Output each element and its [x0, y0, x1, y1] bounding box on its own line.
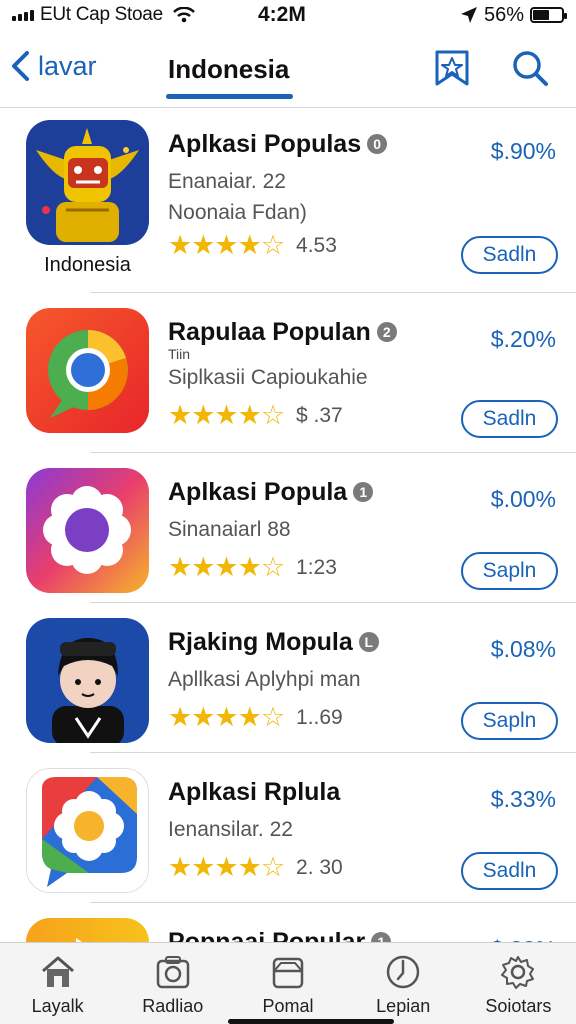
bookmark-star-icon[interactable]	[432, 48, 472, 88]
app-name-text: Aplkasi Populas	[168, 130, 362, 158]
app-subtitle: Apllkasi Aplyhpi man	[168, 668, 361, 691]
row-divider	[90, 902, 576, 903]
chrome-icon[interactable]	[26, 308, 149, 433]
rating-value: $ .37	[296, 403, 343, 427]
app-name-text: Rapulaa Populan	[168, 318, 371, 346]
get-button[interactable]: Sadln	[461, 400, 558, 438]
star-rating-icon: ★★★★☆	[168, 702, 285, 732]
get-button[interactable]: Sadln	[461, 236, 558, 274]
chat-flower-icon[interactable]	[26, 768, 149, 893]
rank-badge: 1	[353, 482, 374, 502]
app-price: $.33%	[490, 786, 556, 812]
folder-icon	[272, 957, 304, 989]
tab-label: Pomal	[262, 996, 314, 1016]
app-note: Tiin	[168, 346, 191, 362]
tab-bar: Layalk Radliao Pomal Lepian Soiotars	[0, 942, 576, 1024]
rank-badge: 0	[367, 134, 388, 154]
back-button[interactable]: lavar	[10, 50, 97, 82]
rating: ★★★★☆ 1:23	[168, 552, 337, 583]
get-button[interactable]: Sapln	[461, 702, 558, 740]
flower-icon[interactable]	[26, 468, 149, 593]
carrier-name: EUt Cap Stoae	[40, 4, 163, 25]
app-subtitle-secondary: Noonaia Fdan)	[168, 201, 307, 224]
battery-percent: 56%	[483, 3, 524, 26]
rating-value: 1..69	[296, 705, 343, 729]
status-bar: EUt Cap Stoae 4:2M 56%	[0, 0, 576, 30]
tab-layalk[interactable]: Layalk	[0, 943, 115, 1024]
wifi-icon	[172, 7, 195, 23]
star-rating-icon: ★★★★☆	[168, 552, 285, 582]
row-divider	[90, 602, 576, 603]
battery-fill	[533, 10, 549, 20]
app-subtitle: Ienansilar. 22	[168, 818, 293, 841]
app-price: $.90%	[490, 138, 556, 164]
character-icon[interactable]	[26, 618, 149, 743]
back-label: lavar	[38, 50, 97, 81]
app-name[interactable]: Rjaking Mopula L	[168, 628, 379, 657]
tab-label: Soiotars	[485, 996, 552, 1016]
tab-label: Lepian	[376, 996, 431, 1016]
garuda-icon[interactable]	[26, 120, 149, 245]
title-underline	[166, 94, 293, 99]
rating-value: 4.53	[296, 233, 337, 257]
rating: ★★★★☆ 2. 30	[168, 852, 343, 883]
app-subtitle: Enanaiar. 22	[168, 170, 286, 193]
tab-label: Layalk	[31, 996, 84, 1016]
location-arrow-icon	[460, 7, 477, 23]
status-left: EUt Cap Stoae	[12, 4, 195, 26]
battery-icon	[530, 7, 567, 23]
app-name-text: Aplkasi Popula	[168, 478, 348, 506]
rank-badge: 2	[376, 322, 397, 342]
app-name-text: Rjaking Mopula	[168, 628, 353, 656]
tab-pomal[interactable]: Pomal	[230, 943, 345, 1024]
get-button[interactable]: Sadln	[461, 852, 558, 890]
gear-icon	[501, 956, 535, 989]
rating: ★★★★☆ 1..69	[168, 702, 343, 733]
rating: ★★★★☆ $ .37	[168, 400, 343, 431]
status-time: 4:2M	[258, 3, 306, 26]
app-subtitle: Siplkasii Capioukahie	[168, 366, 368, 389]
page-title[interactable]: Indonesia	[168, 54, 289, 85]
app-name[interactable]: Aplkasi Popula 1	[168, 478, 374, 507]
rank-badge: L	[358, 632, 379, 652]
camera-icon	[156, 956, 190, 989]
app-name[interactable]: Rapulaa Populan 2	[168, 318, 397, 347]
row-divider	[90, 292, 576, 293]
row-divider	[90, 452, 576, 453]
app-subtitle: Sinanaiarl 88	[168, 518, 291, 541]
home-icon	[41, 956, 74, 987]
rating-value: 1:23	[296, 555, 337, 579]
tab-radliao[interactable]: Radliao	[115, 943, 230, 1024]
app-price: $.08%	[490, 636, 556, 662]
tab-label: Radliao	[142, 996, 204, 1016]
app-price: $.20%	[490, 326, 556, 352]
chevron-left-icon	[12, 51, 29, 81]
nav-bar: lavar Indonesia	[0, 36, 576, 108]
app-name-text: Aplkasi Rplula	[168, 778, 341, 806]
star-rating-icon: ★★★★☆	[168, 852, 285, 882]
clock-icon	[386, 955, 420, 989]
rating-value: 2. 30	[296, 855, 343, 879]
get-button[interactable]: Sapln	[461, 552, 558, 590]
status-right: 56%	[460, 3, 567, 27]
search-icon[interactable]	[510, 48, 550, 88]
star-rating-icon: ★★★★☆	[168, 230, 285, 260]
rating: ★★★★☆ 4.53	[168, 230, 337, 261]
row-divider	[90, 752, 576, 753]
app-icon-caption: Indonesia	[44, 254, 131, 276]
app-name[interactable]: Aplkasi Populas 0	[168, 130, 388, 159]
tab-soiotars[interactable]: Soiotars	[461, 943, 576, 1024]
app-name[interactable]: Aplkasi Rplula	[168, 778, 340, 807]
tab-lepian[interactable]: Lepian	[346, 943, 461, 1024]
home-indicator	[228, 1019, 394, 1024]
star-rating-icon: ★★★★☆	[168, 400, 285, 430]
signal-icon	[12, 9, 34, 21]
app-price: $.00%	[490, 486, 556, 512]
